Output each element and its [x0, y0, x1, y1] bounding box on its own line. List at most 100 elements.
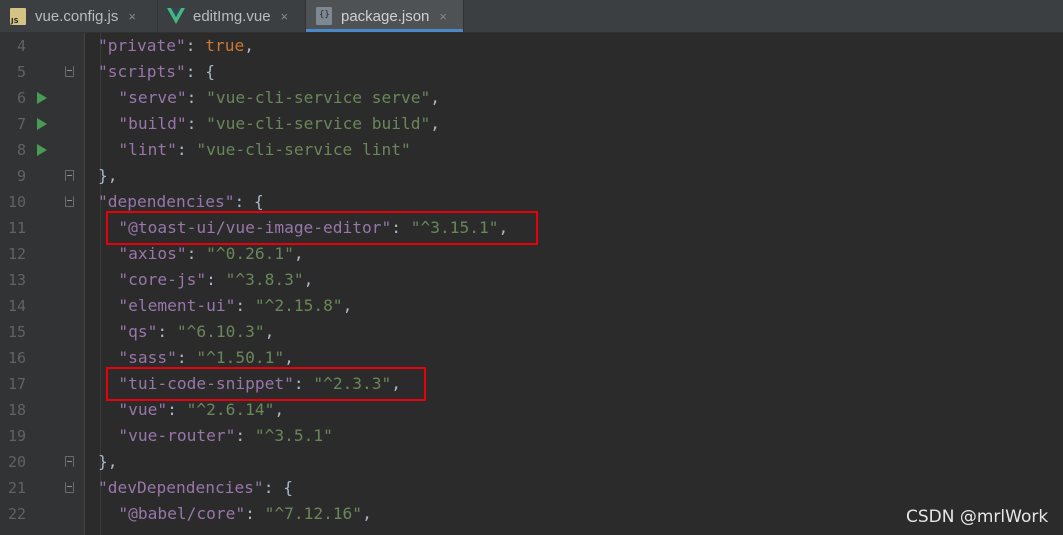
line-number: 6	[16, 89, 26, 107]
code-line: 19 "vue-router": "^3.5.1"	[0, 423, 1063, 449]
json-punctuation: ,	[430, 114, 441, 133]
json-key: "core-js"	[118, 270, 207, 289]
editor-tab-bar: JS vue.config.js × editImg.vue × {} pack…	[0, 0, 1063, 33]
json-key: "lint"	[118, 140, 177, 159]
json-key: "build"	[118, 114, 187, 133]
run-script-icon[interactable]	[37, 144, 47, 156]
code-line: 20},	[0, 449, 1063, 475]
code-text: "devDependencies": {	[98, 475, 293, 501]
json-key: "scripts"	[98, 62, 186, 81]
close-icon[interactable]: ×	[281, 9, 289, 24]
code-text: "lint": "vue-cli-service lint"	[118, 137, 410, 163]
tab-label: package.json	[341, 7, 430, 25]
json-separator: :	[263, 478, 284, 497]
code-text: "qs": "^6.10.3",	[118, 319, 274, 345]
json-value: "^3.8.3"	[225, 270, 304, 289]
json-value: "^3.5.1"	[254, 426, 333, 445]
json-punctuation: {	[253, 192, 264, 211]
json-key: "vue"	[118, 400, 168, 419]
json-value: "^1.50.1"	[196, 348, 285, 367]
json-separator: :	[235, 296, 255, 315]
json-value: true	[205, 36, 245, 55]
json-separator: :	[185, 36, 206, 55]
json-value: "vue-cli-service build"	[206, 114, 431, 133]
json-key: "private"	[98, 36, 186, 55]
run-script-icon[interactable]	[37, 118, 47, 130]
line-number: 16	[7, 349, 26, 367]
code-text: "scripts": {	[98, 59, 215, 85]
code-text: "build": "vue-cli-service build",	[118, 111, 440, 137]
json-key: "devDependencies"	[98, 478, 264, 497]
json-separator: :	[157, 322, 177, 341]
watermark: CSDN @mrlWork	[906, 507, 1049, 527]
json-separator: :	[167, 400, 187, 419]
code-line: 5 "scripts": {	[0, 59, 1063, 85]
line-number: 5	[16, 63, 26, 81]
line-number: 17	[7, 375, 26, 393]
code-text: "element-ui": "^2.15.8",	[118, 293, 352, 319]
highlight-box	[106, 367, 427, 401]
json-value: "^7.12.16"	[264, 504, 363, 523]
json-separator: :	[234, 192, 254, 211]
json-value: "^6.10.3"	[176, 322, 265, 341]
fold-icon[interactable]	[65, 196, 74, 207]
line-number: 20	[7, 453, 26, 471]
json-punctuation: },	[98, 166, 118, 185]
highlight-box	[106, 211, 539, 245]
fold-icon[interactable]	[65, 482, 74, 493]
json-punctuation: ,	[264, 322, 275, 341]
json-key: "@babel/core"	[118, 504, 246, 523]
run-script-icon[interactable]	[37, 92, 47, 104]
json-value: "vue-cli-service serve"	[206, 88, 431, 107]
json-key: "vue-router"	[118, 426, 236, 445]
fold-icon[interactable]	[65, 170, 74, 181]
tab-package-json[interactable]: {} package.json ×	[306, 0, 464, 32]
code-editor[interactable]: 4 "private": true, 5 "scripts": {6 "serve": …	[0, 33, 1063, 535]
line-number: 4	[16, 37, 26, 55]
json-value: "^2.6.14"	[186, 400, 275, 419]
fold-icon[interactable]	[65, 456, 74, 467]
json-key: "serve"	[118, 88, 187, 107]
tab-editimg-vue[interactable]: editImg.vue ×	[158, 0, 306, 32]
json-punctuation: ,	[293, 244, 304, 263]
code-line: 14 "element-ui": "^2.15.8",	[0, 293, 1063, 319]
json-file-icon: {}	[314, 6, 334, 26]
json-punctuation: {	[283, 478, 293, 497]
vue-file-icon	[166, 6, 186, 26]
close-icon[interactable]: ×	[128, 9, 136, 24]
line-number: 9	[16, 167, 26, 185]
line-number: 12	[7, 245, 26, 263]
code-text: "private": true,	[98, 33, 254, 59]
code-line: 13 "core-js": "^3.8.3",	[0, 267, 1063, 293]
code-text: "vue-router": "^3.5.1"	[118, 423, 332, 449]
json-punctuation: ,	[362, 504, 372, 523]
line-number: 19	[7, 427, 26, 445]
line-number: 8	[16, 141, 26, 159]
code-text: "@babel/core": "^7.12.16",	[118, 501, 371, 527]
line-number: 21	[7, 479, 26, 497]
json-punctuation: ,	[303, 270, 314, 289]
line-number: 10	[7, 193, 26, 211]
code-line: 6 "serve": "vue-cli-service serve",	[0, 85, 1063, 111]
close-icon[interactable]: ×	[439, 9, 447, 24]
code-line: 15 "qs": "^6.10.3",	[0, 319, 1063, 345]
code-line: 21 "devDependencies": {	[0, 475, 1063, 501]
json-punctuation: ,	[244, 36, 254, 55]
json-key: "sass"	[118, 348, 177, 367]
line-number: 13	[7, 271, 26, 289]
fold-icon[interactable]	[65, 66, 74, 77]
json-value: "vue-cli-service lint"	[196, 140, 411, 159]
json-punctuation: ,	[430, 88, 441, 107]
tab-label: editImg.vue	[193, 7, 271, 25]
code-text: "core-js": "^3.8.3",	[118, 267, 313, 293]
code-text: },	[98, 163, 118, 189]
code-text: },	[98, 449, 118, 475]
json-separator: :	[186, 244, 207, 263]
line-number: 18	[7, 401, 26, 419]
line-number: 15	[7, 323, 26, 341]
tab-vue-config-js[interactable]: JS vue.config.js ×	[0, 0, 158, 32]
json-separator: :	[245, 504, 265, 523]
json-separator: :	[186, 88, 207, 107]
line-number: 11	[7, 219, 26, 237]
json-punctuation: ,	[274, 400, 285, 419]
